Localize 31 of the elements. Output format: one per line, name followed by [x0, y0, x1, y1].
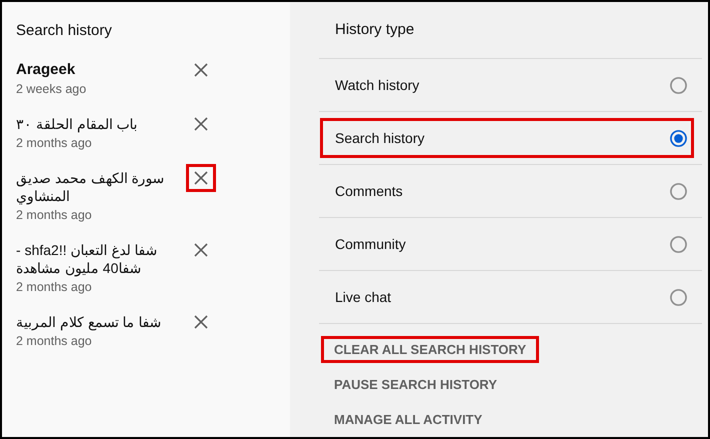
- panel-title: History type: [319, 21, 702, 59]
- radio-button[interactable]: [670, 130, 687, 146]
- action-link[interactable]: PAUSE SEARCH HISTORY: [321, 371, 510, 398]
- search-query[interactable]: باب المقام الحلقة ٣٠: [16, 115, 182, 133]
- timestamp: 2 months ago: [16, 208, 93, 222]
- history-type-option[interactable]: Search history: [320, 118, 694, 158]
- close-icon: [194, 243, 208, 257]
- radio-button[interactable]: [670, 76, 687, 94]
- search-query[interactable]: شفا ما تسمع كلام المربية: [16, 313, 182, 331]
- search-query[interactable]: سورة الكهف محمد صديق المنشاوي: [16, 169, 182, 205]
- close-icon: [194, 117, 208, 131]
- panel-title: Search history: [16, 22, 113, 39]
- history-type-option[interactable]: Comments: [320, 171, 694, 211]
- close-icon: [194, 315, 208, 329]
- timestamp: 2 months ago: [16, 280, 93, 294]
- timestamp: 2 months ago: [16, 334, 93, 348]
- history-type-option[interactable]: Community: [320, 224, 694, 264]
- action-link[interactable]: CLEAR ALL SEARCH HISTORY: [321, 336, 540, 363]
- remove-button[interactable]: [186, 164, 216, 192]
- search-query[interactable]: Arageek: [16, 61, 182, 79]
- radio-button[interactable]: [670, 288, 687, 306]
- radio-button[interactable]: [670, 182, 687, 200]
- history-type-option[interactable]: Watch history: [320, 65, 694, 105]
- timestamp: 2 months ago: [16, 136, 93, 150]
- history-type-option[interactable]: Live chat: [320, 277, 694, 317]
- close-icon: [194, 171, 208, 185]
- close-icon: [194, 63, 208, 77]
- search-query[interactable]: شفا لدغ التعبان !!shfa2 - شفا40 مليون مشاهدة: [16, 241, 182, 277]
- timestamp: 2 weeks ago: [16, 82, 88, 96]
- action-link[interactable]: MANAGE ALL ACTIVITY: [321, 406, 496, 433]
- radio-button[interactable]: [670, 236, 687, 252]
